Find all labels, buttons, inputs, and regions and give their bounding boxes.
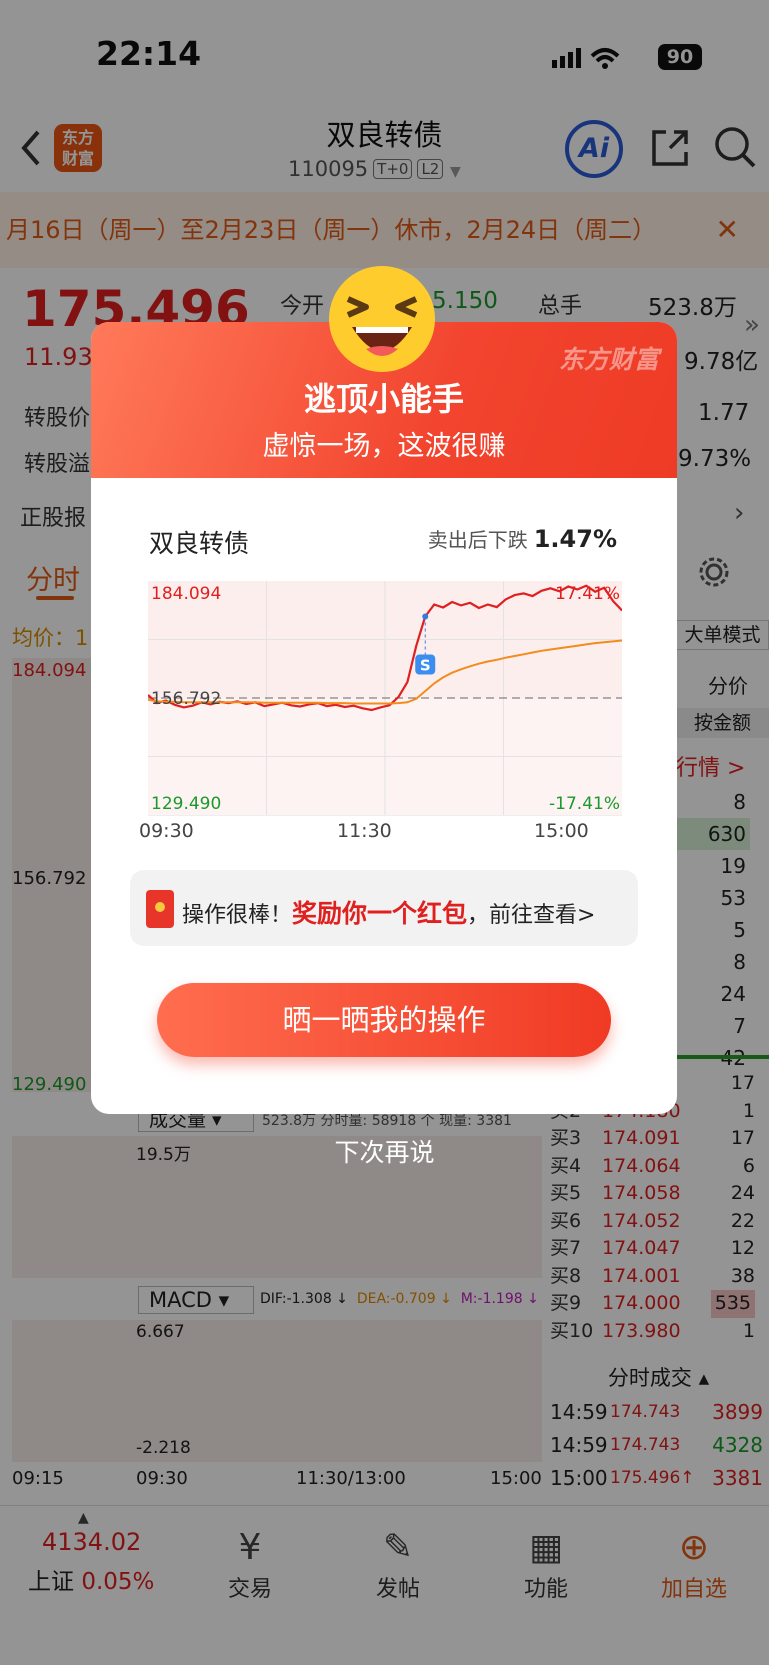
x-tick-label: 15:00 [534, 820, 589, 842]
y-low-label: 129.490 [151, 794, 221, 814]
reward-banner[interactable]: 操作很棒！奖励你一个红包，前往查看> [130, 870, 638, 946]
drop-after-sell: 卖出后下跌 1.47% [427, 525, 617, 553]
sell-marker-label: S [420, 657, 431, 675]
dismiss-link[interactable]: 下次再说 [0, 1133, 769, 1169]
y-base-label: 156.792 [151, 689, 221, 709]
share-operation-button[interactable]: 晒一晒我的操作 [157, 983, 611, 1057]
sell-point [422, 613, 429, 620]
red-envelope-icon [146, 890, 174, 928]
modal-subtitle: 虚惊一场，这波很赚 [262, 431, 506, 462]
x-tick-label: 09:30 [139, 820, 194, 842]
pct-low-label: -17.41% [549, 794, 620, 814]
price-chart: S 184.094 156.792 129.490 17.41% -17.41% [148, 581, 622, 816]
y-high-label: 184.094 [151, 584, 221, 604]
modal-stock-name: 双良转债 [149, 529, 250, 558]
x-tick-label: 11:30 [337, 820, 392, 842]
modal-title: 逃顶小能手 [303, 380, 464, 418]
reward-modal: 东方财富 逃顶小能手 虚惊一场，这波很赚 双良转债 卖出后下跌 1.47% S 18… [91, 322, 677, 1114]
brand-watermark: 东方财富 [558, 345, 659, 374]
laughing-face-icon [329, 266, 435, 372]
pct-high-label: 17.41% [555, 584, 620, 604]
reward-text: 操作很棒！奖励你一个红包，前往查看> [182, 899, 596, 928]
